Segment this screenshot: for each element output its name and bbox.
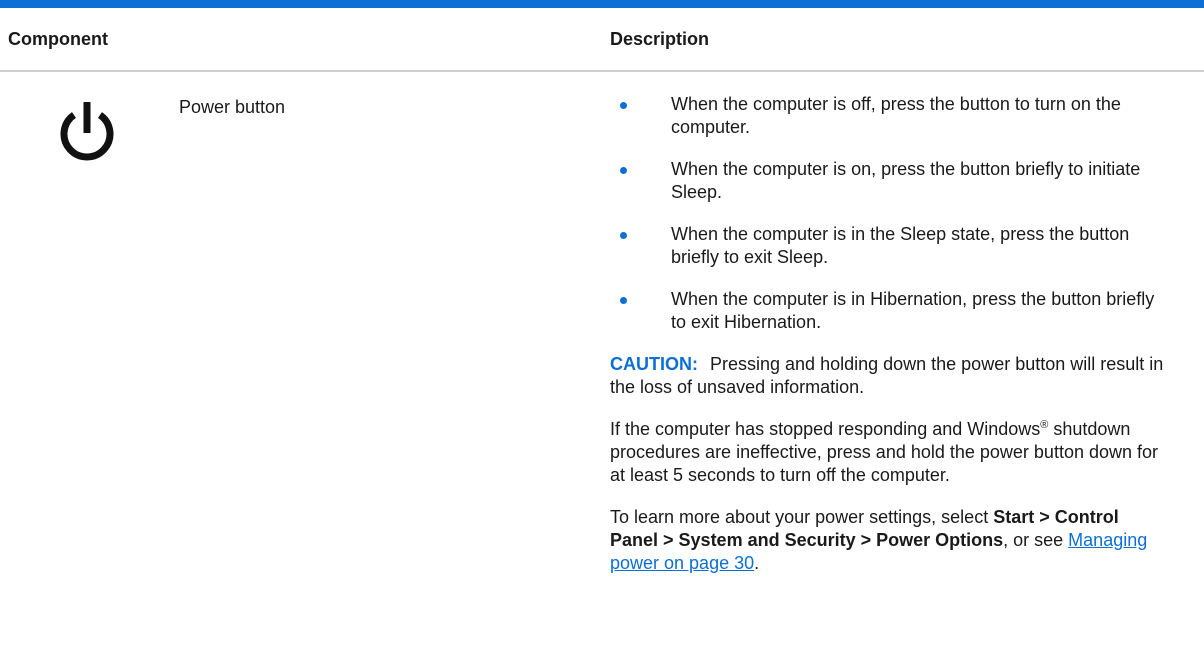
caution-label: CAUTION: — [610, 354, 698, 374]
column-header-component: Component — [8, 29, 108, 49]
column-header-description: Description — [610, 29, 710, 49]
power-settings-paragraph: To learn more about your power settings,… — [610, 506, 1170, 575]
list-item: When the computer is on, press the butto… — [610, 158, 1170, 204]
unresponsive-text-start: If the computer has stopped responding a… — [610, 419, 1041, 439]
bullet-text: When the computer is on, press the butto… — [671, 159, 1141, 202]
settings-text-middle: , or see — [1003, 530, 1069, 550]
description-bullet-list: When the computer is off, press the butt… — [610, 93, 1170, 334]
caution-note: CAUTION: Pressing and holding down the po… — [610, 353, 1170, 399]
component-name: Power button — [179, 97, 286, 117]
table-top-rule — [0, 0, 1204, 8]
bullet-icon — [620, 102, 627, 109]
settings-text-start: To learn more about your power settings,… — [610, 507, 994, 527]
settings-text-end: . — [754, 553, 760, 573]
unresponsive-paragraph: If the computer has stopped responding a… — [610, 418, 1170, 487]
bullet-icon — [620, 232, 627, 239]
power-icon — [60, 102, 114, 161]
bullet-icon — [620, 167, 627, 174]
table-header-row: Component Description — [0, 8, 1204, 72]
bullet-text: When the computer is in Hibernation, pre… — [671, 289, 1155, 332]
bullet-text: When the computer is off, press the butt… — [671, 94, 1121, 137]
table-row: Power button When the computer is off, p… — [0, 72, 1204, 648]
list-item: When the computer is off, press the butt… — [610, 93, 1170, 139]
bullet-icon — [620, 297, 627, 304]
bullet-text: When the computer is in the Sleep state,… — [671, 224, 1130, 267]
list-item: When the computer is in the Sleep state,… — [610, 223, 1170, 269]
list-item: When the computer is in Hibernation, pre… — [610, 288, 1170, 334]
description-cell: When the computer is off, press the butt… — [610, 93, 1170, 594]
